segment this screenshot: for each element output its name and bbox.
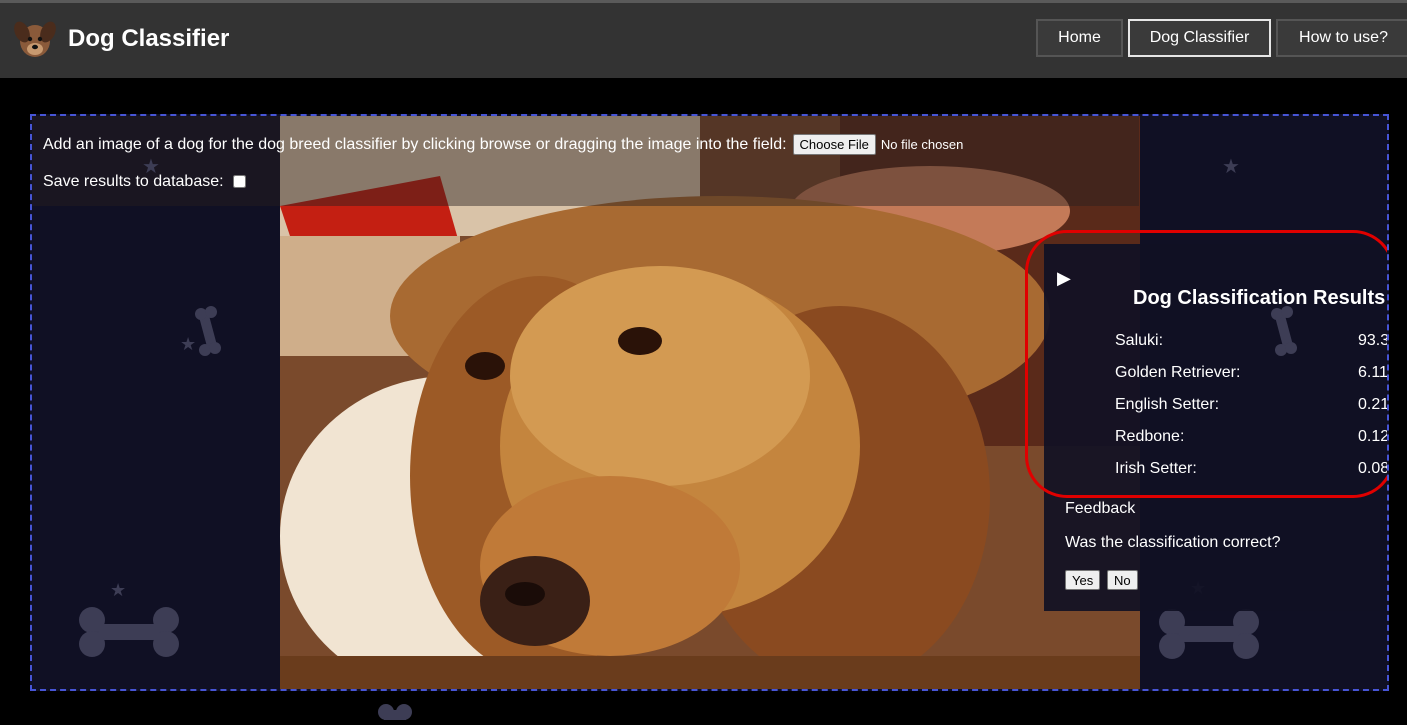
feedback-title: Feedback [1065,500,1136,517]
save-checkbox[interactable] [232,175,246,188]
nav-dog-classifier-button[interactable]: Dog Classifier [1128,19,1271,57]
save-row: Save results to database: [43,172,249,191]
nav-home-button[interactable]: Home [1036,19,1123,57]
prompt-overlay [32,116,1139,206]
star-icon: ★ [110,580,127,600]
bone-icon [76,604,182,660]
feedback-yes-button[interactable]: Yes [1065,570,1101,590]
upload-row: Add an image of a dog for the dog breed … [43,134,963,155]
header-bar: Dog Classifier Home Dog Classifier How t… [0,3,1407,78]
highlight-ring [1025,230,1387,498]
app-title[interactable]: Dog Classifier [68,25,229,53]
dog-logo-icon[interactable] [12,16,58,62]
bone-icon [190,306,226,356]
bone-icon [376,700,416,720]
bone-icon [1156,606,1262,662]
image-drop-zone[interactable]: ★ ★ ★ ★ ★ Add an image of a dog for the … [30,114,1389,691]
upload-prompt: Add an image of a dog for the dog breed … [43,135,787,153]
nav-how-to-use-button[interactable]: How to use? [1276,19,1407,57]
star-icon: ★ [1222,156,1240,178]
feedback-no-button[interactable]: No [1107,570,1138,590]
file-status: No file chosen [880,137,964,152]
choose-file-button[interactable]: Choose File [792,134,876,155]
feedback-question: Was the classification correct? [1065,534,1281,551]
save-label: Save results to database: [43,172,224,190]
